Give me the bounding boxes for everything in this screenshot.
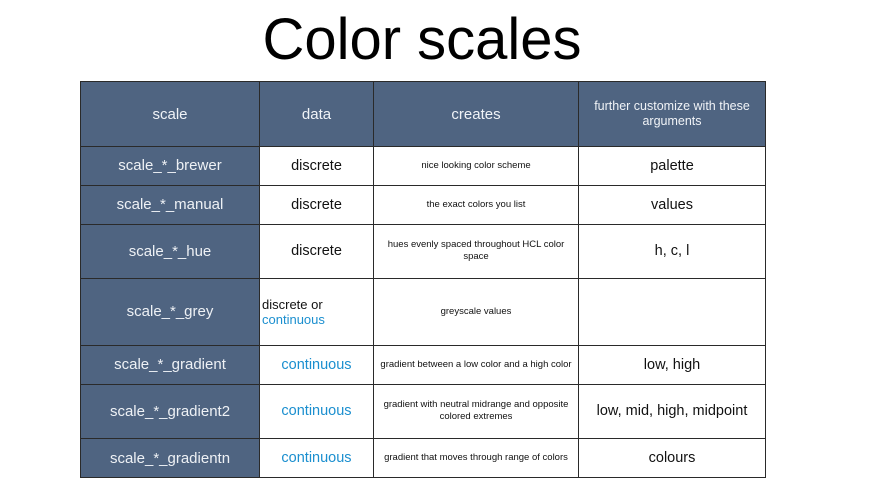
- table-row: scale_*_manual discrete the exact colors…: [80, 184, 766, 225]
- creates-description: gradient between a low color and a high …: [373, 345, 579, 385]
- table-header-row: scale data creates further customize wit…: [80, 81, 766, 147]
- scale-name: scale_*_gradient2: [80, 383, 260, 440]
- header-creates: creates: [373, 81, 579, 147]
- data-type: discrete: [259, 184, 374, 225]
- arguments: low, mid, high, midpoint: [578, 383, 766, 440]
- data-type: continuous: [259, 345, 374, 385]
- arguments: h, c, l: [578, 223, 766, 279]
- data-type-continuous: continuous: [262, 311, 325, 327]
- header-data: data: [259, 81, 374, 147]
- creates-description: gradient that moves through range of col…: [373, 438, 579, 478]
- table-row: scale_*_brewer discrete nice looking col…: [80, 146, 766, 186]
- table-row: scale_*_gradient2 continuous gradient wi…: [80, 383, 766, 440]
- creates-description: hues evenly spaced throughout HCL color …: [373, 223, 579, 279]
- scale-name: scale_*_grey: [80, 277, 260, 347]
- table-row: scale_*_gradientn continuous gradient th…: [80, 438, 766, 478]
- table-row: scale_*_hue discrete hues evenly spaced …: [80, 223, 766, 279]
- creates-description: greyscale values: [373, 277, 579, 347]
- scale-name: scale_*_brewer: [80, 146, 260, 186]
- page-title: Color scales: [262, 7, 582, 72]
- color-scales-table: scale data creates further customize wit…: [80, 81, 766, 478]
- arguments: low, high: [578, 345, 766, 385]
- data-type: discrete: [259, 146, 374, 186]
- arguments: colours: [578, 438, 766, 478]
- data-type: discrete: [259, 223, 374, 279]
- table-row: scale_*_grey discrete or continuous greys…: [80, 277, 766, 347]
- table-row: scale_*_gradient continuous gradient bet…: [80, 345, 766, 385]
- scale-name: scale_*_gradient: [80, 345, 260, 385]
- data-type: discrete or continuous: [259, 277, 374, 347]
- data-type-discrete: discrete or: [262, 296, 323, 312]
- creates-description: gradient with neutral midrange and oppos…: [373, 383, 579, 440]
- creates-description: nice looking color scheme: [373, 146, 579, 186]
- scale-name: scale_*_manual: [80, 184, 260, 225]
- data-type: continuous: [259, 383, 374, 440]
- scale-name: scale_*_hue: [80, 223, 260, 279]
- arguments: values: [578, 184, 766, 225]
- creates-description: the exact colors you list: [373, 184, 579, 225]
- scale-name: scale_*_gradientn: [80, 438, 260, 478]
- arguments: palette: [578, 146, 766, 186]
- arguments: [578, 277, 766, 347]
- header-args: further customize with these arguments: [578, 81, 766, 147]
- header-scale: scale: [80, 81, 260, 147]
- data-type: continuous: [259, 438, 374, 478]
